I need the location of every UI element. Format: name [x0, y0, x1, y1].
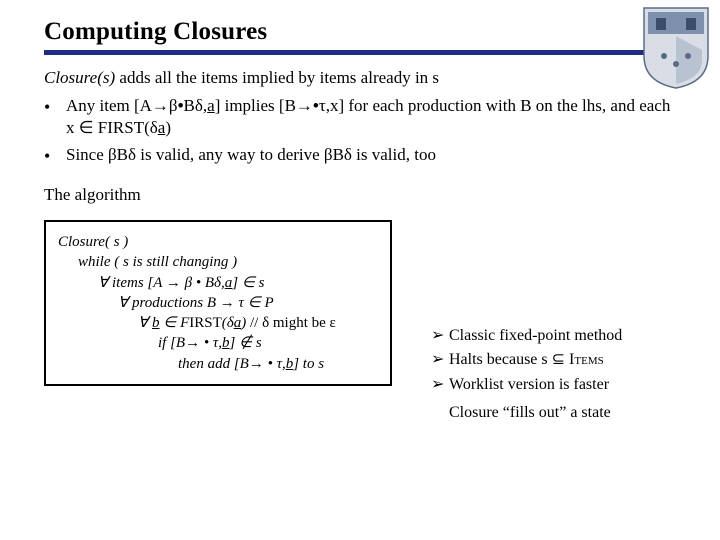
alg-line-2: while ( s is still changing )	[58, 252, 378, 272]
bullet-1-text: Any item [A→β•Bδ,a] implies [B→•τ,x] for…	[66, 95, 676, 139]
algorithm-box: Closure( s ) while ( s is still changing…	[44, 220, 392, 386]
slide: Computing Closures Closure(s) adds all t…	[0, 0, 720, 540]
intro-line: Closure(s) adds all the items implied by…	[44, 67, 676, 89]
alg-line-5: ∀ b ∈ FIRST(δa) // δ might be ε	[58, 313, 378, 333]
alg-line-1: Closure( s )	[58, 232, 378, 252]
intro-lead: Closure(s)	[44, 68, 115, 87]
alg-line-4: ∀ productions B → τ ∈ P	[58, 293, 378, 313]
algorithm-heading: The algorithm	[44, 184, 676, 206]
side-notes: ➢ Classic fixed-point method ➢ Halts bec…	[431, 322, 676, 424]
alg-line-7: then add [B→ • τ,b] to s	[58, 354, 378, 374]
slide-body: Closure(s) adds all the items implied by…	[44, 67, 676, 386]
alg-line-3: ∀ items [A → β • Bδ,a] ∈ s	[58, 273, 378, 293]
bullet-2-text: Since βBδ is valid, any way to derive βB…	[66, 144, 676, 168]
intro-rest: adds all the items implied by items alre…	[115, 68, 439, 87]
bullet-dot-icon: •	[44, 96, 66, 139]
bullet-1: • Any item [A→β•Bδ,a] implies [B→•τ,x] f…	[44, 95, 676, 139]
bullet-dot-icon: •	[44, 145, 66, 168]
note-2: ➢ Halts because s ⊆ Items	[431, 350, 676, 370]
alg-line-6: if [B→ • τ,b] ∉ s	[58, 333, 378, 353]
note-3: ➢ Worklist version is faster	[431, 375, 676, 395]
slide-title: Computing Closures	[44, 18, 676, 46]
arrow-bullet-icon: ➢	[431, 350, 449, 370]
note-fill: Closure “fills out” a state	[449, 403, 676, 423]
note-1: ➢ Classic fixed-point method	[431, 326, 676, 346]
crest-logo	[642, 6, 710, 90]
arrow-bullet-icon: ➢	[431, 375, 449, 395]
title-rule	[44, 50, 676, 55]
bullet-2: • Since βBδ is valid, any way to derive …	[44, 144, 676, 168]
arrow-bullet-icon: ➢	[431, 326, 449, 346]
